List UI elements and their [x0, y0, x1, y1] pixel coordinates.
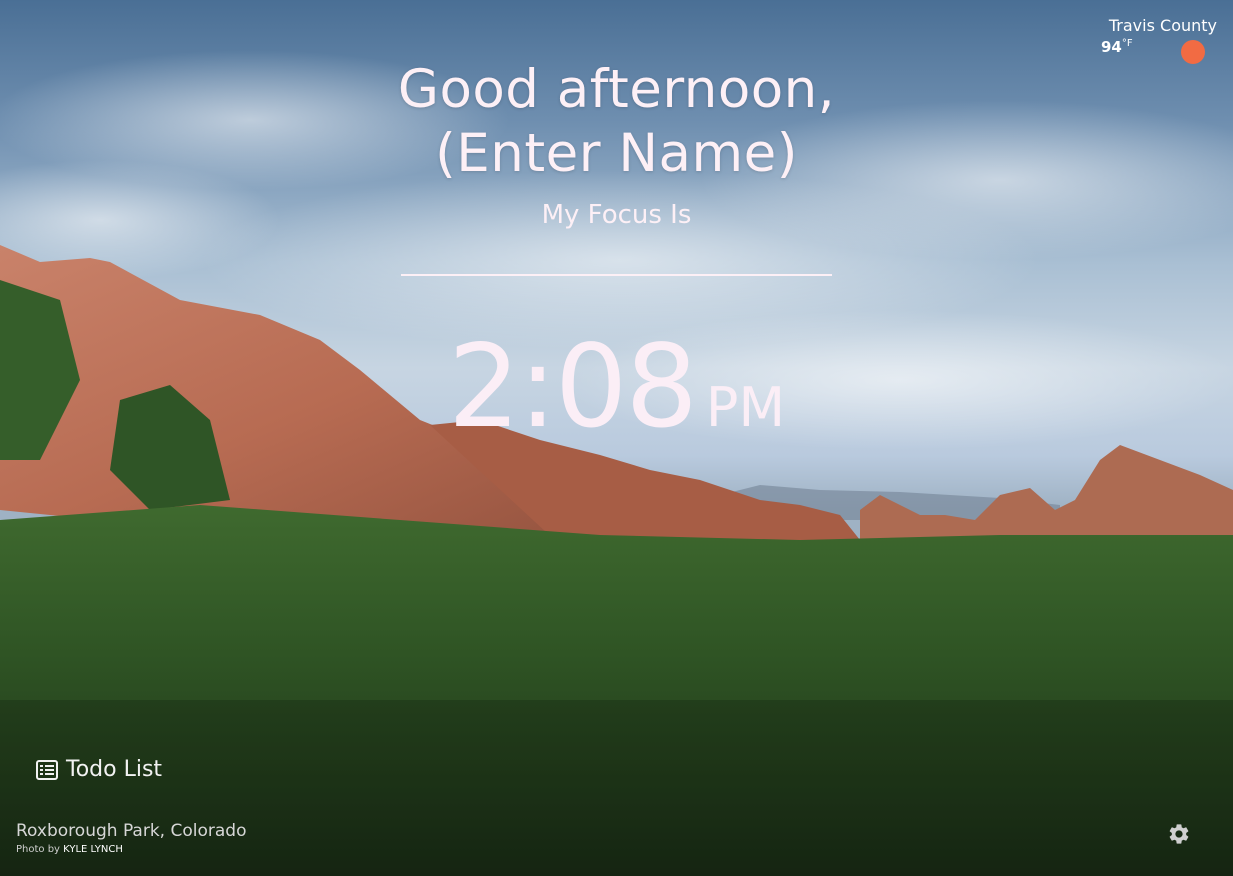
photo-by-prefix: Photo by	[16, 844, 64, 855]
photo-credit: Roxborough Park, Colorado Photo by KYLE …	[16, 821, 246, 855]
list-icon	[36, 759, 58, 780]
user-name[interactable]: (Enter Name)	[0, 122, 1233, 186]
greeting-line: Good afternoon,	[397, 59, 836, 120]
weather-unit: °F	[1121, 38, 1133, 49]
weather-temperature: 94°F	[1101, 38, 1133, 56]
focus-input[interactable]	[401, 240, 832, 276]
photo-by-line: Photo by KYLE LYNCH	[16, 844, 246, 855]
greeting: Good afternoon, (Enter Name)	[0, 58, 1233, 186]
todo-list-label: Todo List	[66, 757, 163, 782]
todo-list-button[interactable]: Todo List	[36, 757, 162, 782]
clock: 2:08 PM	[0, 322, 1233, 452]
clock-time: 2:08	[447, 320, 698, 453]
focus-label: My Focus Is	[541, 200, 692, 230]
gear-icon[interactable]	[1167, 822, 1191, 846]
momentum-dashboard: Travis County 94°F Good afternoon, (Ente…	[0, 0, 1233, 876]
photo-author-link[interactable]: KYLE LYNCH	[63, 844, 123, 855]
photo-location[interactable]: Roxborough Park, Colorado	[16, 821, 246, 841]
weather-location: Travis County	[1108, 16, 1217, 35]
clock-ampm: PM	[705, 376, 786, 439]
